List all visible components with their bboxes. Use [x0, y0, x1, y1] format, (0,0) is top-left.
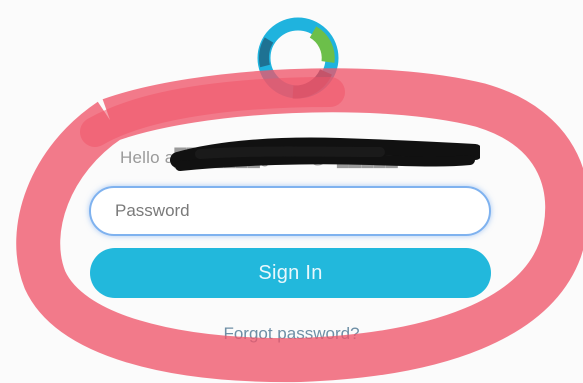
sign-in-button[interactable]: Sign In [90, 248, 491, 298]
login-screen: Hello a███████gutierr@u█████.c Sign In Fo… [0, 0, 583, 383]
email-redaction-scribble [170, 137, 480, 171]
webex-logo-icon [257, 17, 339, 99]
greeting-prefix: Hello [120, 148, 160, 167]
password-input[interactable] [89, 186, 491, 236]
forgot-password-link[interactable]: Forgot password? [0, 324, 583, 344]
